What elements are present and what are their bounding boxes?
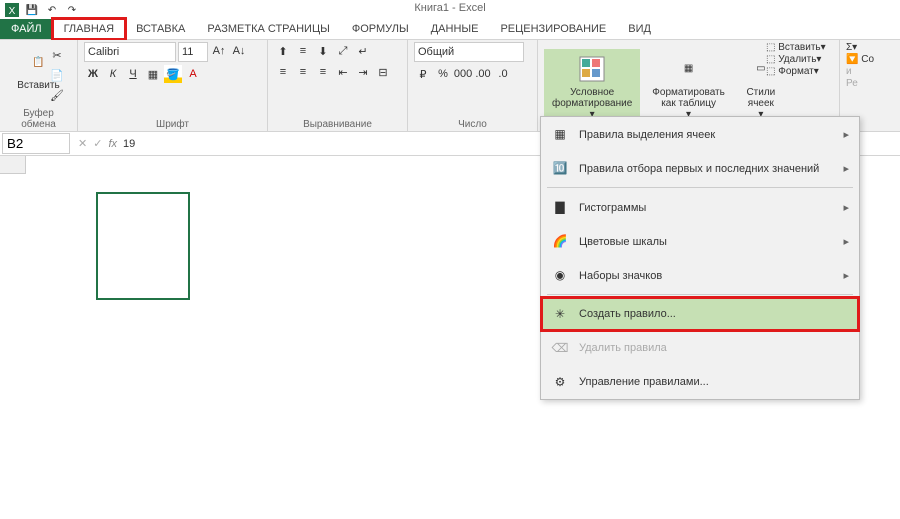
highlight-rules-icon: ▦ bbox=[551, 125, 569, 143]
window-title: Книга1 - Excel bbox=[0, 0, 900, 18]
align-center-icon[interactable]: ≡ bbox=[294, 63, 312, 81]
fill-color-button[interactable]: 🪣 bbox=[164, 65, 182, 83]
new-rule-icon: ✳ bbox=[551, 305, 569, 323]
menu-data-bars[interactable]: ▇Гистограммы▸ bbox=[541, 190, 859, 224]
increase-font-icon[interactable]: A↑ bbox=[210, 42, 228, 60]
percent-icon[interactable]: % bbox=[434, 65, 452, 83]
conditional-formatting-icon bbox=[576, 53, 608, 85]
cancel-formula-icon[interactable]: ✕ bbox=[78, 137, 87, 150]
tab-home[interactable]: ГЛАВНАЯ bbox=[53, 19, 125, 39]
tab-view[interactable]: ВИД bbox=[617, 19, 662, 39]
top-bottom-icon: 🔟 bbox=[551, 159, 569, 177]
copy-icon[interactable]: 📄 bbox=[48, 66, 66, 84]
data-bars-icon: ▇ bbox=[551, 198, 569, 216]
tab-review[interactable]: РЕЦЕНЗИРОВАНИЕ bbox=[489, 19, 617, 39]
menu-color-scales[interactable]: 🌈Цветовые шкалы▸ bbox=[541, 224, 859, 258]
merge-icon[interactable]: ⊟ bbox=[374, 63, 392, 81]
align-left-icon[interactable]: ≡ bbox=[274, 63, 292, 81]
table-icon: ▦ bbox=[673, 53, 705, 85]
orientation-icon[interactable]: ⤢ bbox=[334, 42, 352, 60]
clipboard-label: Буфер обмена bbox=[6, 106, 71, 130]
redo-icon[interactable]: ↷ bbox=[64, 2, 80, 18]
tab-layout[interactable]: РАЗМЕТКА СТРАНИЦЫ bbox=[196, 19, 340, 39]
cells-format-button[interactable]: ⬚ Формат▾ bbox=[766, 66, 819, 77]
save-icon[interactable]: 💾 bbox=[24, 2, 40, 18]
autosum-button[interactable]: Σ▾ bbox=[846, 42, 857, 53]
tab-formulas[interactable]: ФОРМУЛЫ bbox=[341, 19, 420, 39]
cut-icon[interactable]: ✂ bbox=[48, 46, 66, 64]
bold-button[interactable]: Ж bbox=[84, 65, 102, 83]
conditional-formatting-button[interactable]: Условное форматирование▾ bbox=[544, 49, 640, 124]
selection-outline bbox=[96, 192, 190, 300]
color-scales-icon: 🌈 bbox=[551, 232, 569, 250]
decrease-font-icon[interactable]: A↓ bbox=[230, 42, 248, 60]
border-button[interactable]: ▦ bbox=[144, 65, 162, 83]
tab-data[interactable]: ДАННЫЕ bbox=[420, 19, 490, 39]
excel-logo-icon: X bbox=[4, 2, 20, 18]
format-as-table-button[interactable]: ▦ Форматировать как таблицу▾ bbox=[644, 49, 733, 124]
ribbon-tabs: ФАЙЛ ГЛАВНАЯ ВСТАВКА РАЗМЕТКА СТРАНИЦЫ Ф… bbox=[0, 18, 900, 40]
menu-top-bottom-rules[interactable]: 🔟Правила отбора первых и последних значе… bbox=[541, 151, 859, 185]
svg-text:X: X bbox=[9, 6, 16, 17]
decrease-decimal-icon[interactable]: .0 bbox=[494, 65, 512, 83]
menu-highlight-cells-rules[interactable]: ▦Правила выделения ячеек▸ bbox=[541, 117, 859, 151]
font-size-combo[interactable]: 11 bbox=[178, 42, 208, 62]
cells-insert-button[interactable]: ⬚ Вставить▾ bbox=[766, 42, 826, 53]
icon-sets-icon: ◉ bbox=[551, 266, 569, 284]
font-color-button[interactable]: A bbox=[184, 65, 202, 83]
align-middle-icon[interactable]: ≡ bbox=[294, 42, 312, 60]
undo-icon[interactable]: ↶ bbox=[44, 2, 60, 18]
italic-button[interactable]: К bbox=[104, 65, 122, 83]
manage-rules-icon: ⚙ bbox=[551, 373, 569, 391]
conditional-formatting-menu: ▦Правила выделения ячеек▸ 🔟Правила отбор… bbox=[540, 116, 860, 400]
formula-input[interactable]: 19 bbox=[123, 138, 135, 150]
font-name-combo[interactable]: Calibri bbox=[84, 42, 176, 62]
number-format-combo[interactable]: Общий bbox=[414, 42, 524, 62]
increase-decimal-icon[interactable]: .00 bbox=[474, 65, 492, 83]
font-label: Шрифт bbox=[84, 117, 261, 130]
name-box[interactable] bbox=[2, 133, 70, 154]
confirm-formula-icon[interactable]: ✓ bbox=[93, 137, 102, 150]
alignment-label: Выравнивание bbox=[274, 117, 401, 130]
decrease-indent-icon[interactable]: ⇤ bbox=[334, 63, 352, 81]
number-label: Число bbox=[414, 117, 531, 130]
cells-delete-button[interactable]: ⬚ Удалить▾ bbox=[766, 54, 821, 65]
align-top-icon[interactable]: ⬆ bbox=[274, 42, 292, 60]
format-painter-icon[interactable]: 🖌 bbox=[48, 86, 66, 104]
increase-indent-icon[interactable]: ⇥ bbox=[354, 63, 372, 81]
wrap-text-icon[interactable]: ↵ bbox=[354, 42, 372, 60]
menu-new-rule[interactable]: ✳Создать правило... bbox=[541, 297, 859, 331]
tab-file[interactable]: ФАЙЛ bbox=[0, 19, 53, 39]
comma-icon[interactable]: 000 bbox=[454, 65, 472, 83]
select-all-corner[interactable] bbox=[0, 156, 26, 174]
menu-manage-rules[interactable]: ⚙Управление правилами... bbox=[541, 365, 859, 399]
underline-button[interactable]: Ч bbox=[124, 65, 142, 83]
fx-icon[interactable]: fx bbox=[108, 138, 117, 150]
align-right-icon[interactable]: ≡ bbox=[314, 63, 332, 81]
menu-clear-rules[interactable]: ⌫Удалить правила bbox=[541, 331, 859, 365]
tab-insert[interactable]: ВСТАВКА bbox=[125, 19, 196, 39]
currency-icon[interactable]: ₽ bbox=[414, 65, 432, 83]
clear-rules-icon: ⌫ bbox=[551, 339, 569, 357]
menu-icon-sets[interactable]: ◉Наборы значков▸ bbox=[541, 258, 859, 292]
sort-filter-button[interactable]: 🔽 Со bbox=[846, 54, 874, 65]
align-bottom-icon[interactable]: ⬇ bbox=[314, 42, 332, 60]
